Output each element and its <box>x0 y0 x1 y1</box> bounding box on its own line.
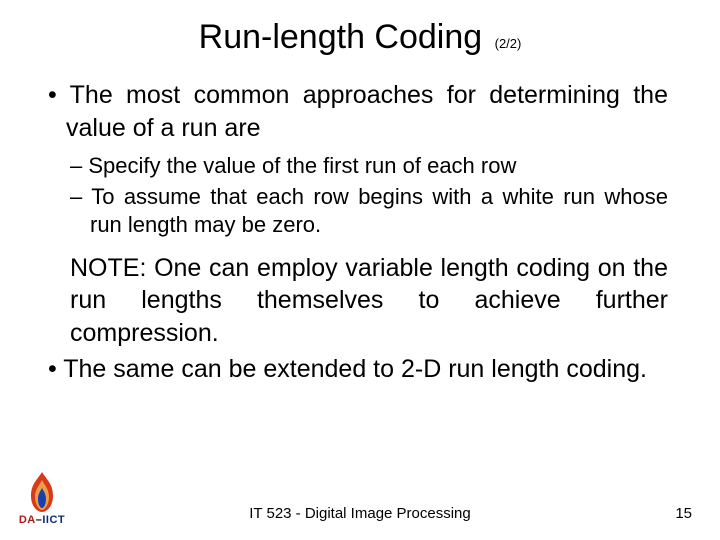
logo-text-iict: IICT <box>42 514 65 526</box>
flame-icon <box>19 470 65 514</box>
logo-text-da: DA <box>19 514 36 526</box>
footer-course: IT 523 - Digital Image Processing <box>0 505 720 522</box>
title-row: Run-length Coding (2/2) <box>40 18 680 57</box>
sub-bullet-1: – Specify the value of the first run of … <box>70 152 668 181</box>
slide-title: Run-length Coding <box>199 18 483 56</box>
extend-bullet: • The same can be extended to 2-D run le… <box>48 353 668 386</box>
slide-page-indicator: (2/2) <box>495 36 522 51</box>
footer-page-number: 15 <box>675 505 692 522</box>
intro-bullet: • The most common approaches for determi… <box>48 79 668 144</box>
institution-logo: DA–IICT <box>6 470 78 526</box>
sub-bullet-2: – To assume that each row begins with a … <box>70 183 668 240</box>
note-text: NOTE: One can employ variable length cod… <box>70 252 668 350</box>
slide-container: Run-length Coding (2/2) • The most commo… <box>0 0 720 540</box>
logo-text: DA–IICT <box>6 514 78 526</box>
